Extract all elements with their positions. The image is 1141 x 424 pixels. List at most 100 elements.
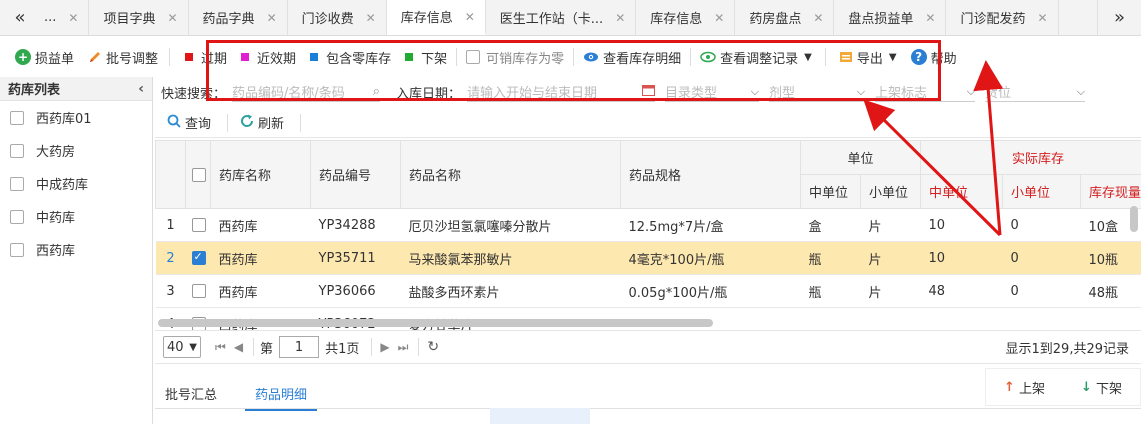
eye-outline-icon: [700, 51, 716, 63]
vertical-scrollbar[interactable]: [1130, 206, 1138, 232]
filter-expired[interactable]: 过期: [178, 43, 234, 71]
caret-down-icon: ▼: [804, 51, 812, 63]
checkbox[interactable]: [466, 50, 481, 64]
divider: [824, 48, 826, 66]
tab-scroll-right-icon[interactable]: »: [1097, 0, 1141, 35]
refresh-button[interactable]: 刷新: [240, 113, 284, 132]
tab-outpatient-charge[interactable]: 门诊收费 ✕: [288, 0, 387, 35]
tab-drug-detail[interactable]: 药品明细: [245, 384, 318, 411]
filter-near-expiry[interactable]: 近效期: [234, 43, 303, 71]
prev-page-icon[interactable]: ◀: [234, 340, 243, 354]
close-icon[interactable]: ✕: [1038, 11, 1048, 25]
checkbox[interactable]: [10, 143, 24, 158]
filter-include-zero[interactable]: 包含零库存: [303, 43, 398, 71]
close-icon[interactable]: ✕: [925, 11, 935, 25]
shelf-flag-select[interactable]: 上架标志 ⌵: [875, 82, 976, 102]
export-button[interactable]: 导出 ▼: [832, 43, 904, 71]
collapse-icon[interactable]: ‹: [138, 81, 144, 97]
export-icon: [839, 50, 853, 64]
close-icon[interactable]: ✕: [714, 11, 724, 25]
cell-actual-small: 0: [1002, 208, 1081, 242]
refresh-icon: [240, 114, 254, 132]
select-all-checkbox[interactable]: [192, 167, 206, 182]
divider: [300, 113, 302, 132]
last-page-icon[interactable]: ⏭: [398, 340, 409, 355]
tab-stock-info[interactable]: 库存信息 ✕: [386, 0, 486, 35]
red-square-icon: [185, 53, 194, 61]
store-item[interactable]: 大药房: [0, 134, 152, 167]
row-checkbox[interactable]: [191, 284, 206, 298]
close-icon[interactable]: ✕: [615, 11, 625, 25]
view-adjust-records-button[interactable]: 查看调整记录 ▼: [693, 43, 819, 71]
row-checkbox[interactable]: [191, 218, 206, 232]
view-stock-detail-button[interactable]: 查看库存明细: [576, 43, 688, 71]
col-actual-mid[interactable]: 中单位: [920, 174, 1004, 209]
close-icon[interactable]: ✕: [465, 10, 475, 24]
tab-inventory-loss[interactable]: 盘点损益单 ✕: [834, 0, 947, 35]
checkbox[interactable]: [10, 176, 24, 191]
chevron-down-icon: ⌵: [966, 84, 976, 98]
col-code[interactable]: 药品编号: [310, 140, 401, 209]
dosage-select[interactable]: 剂型 ⌵: [769, 82, 866, 102]
divider: [253, 338, 255, 356]
col-store[interactable]: 药库名称: [210, 140, 311, 209]
tab-doctor-station[interactable]: 医生工作站（卡... ✕: [486, 0, 637, 35]
store-item[interactable]: 西药库: [0, 233, 152, 266]
store-item[interactable]: 中成药库: [0, 167, 152, 200]
reload-icon[interactable]: ↻: [427, 339, 439, 355]
store-item[interactable]: 中药库: [0, 200, 152, 233]
tab-0[interactable]: ... ✕: [40, 0, 90, 35]
shelf-up-button[interactable]: ↑ 上架: [1004, 378, 1045, 397]
filter-off-shelf[interactable]: 下架: [398, 43, 454, 71]
tab-batch-summary[interactable]: 批号汇总: [165, 384, 217, 403]
close-icon[interactable]: ✕: [68, 11, 78, 25]
magenta-square-icon: [241, 53, 250, 61]
sellable-zero-checkbox[interactable]: 可销库存为零: [459, 43, 571, 71]
horizontal-scrollbar[interactable]: [155, 318, 1141, 328]
close-icon[interactable]: ✕: [366, 11, 376, 25]
scrollbar-thumb[interactable]: [158, 319, 713, 327]
col-name[interactable]: 药品名称: [400, 140, 621, 209]
first-page-icon[interactable]: ⏮: [215, 340, 226, 355]
calendar-icon[interactable]: [642, 84, 656, 100]
next-page-icon[interactable]: ▶: [380, 340, 389, 354]
col-spec[interactable]: 药品规格: [620, 140, 801, 209]
store-item[interactable]: 西药库01: [0, 101, 152, 134]
search-icon[interactable]: ⌕: [373, 84, 380, 99]
quick-search-input[interactable]: 药品编码/名称/条码 ⌕: [232, 82, 381, 102]
cell-spec: 12.5mg*7片/盒: [620, 208, 801, 242]
page-number-input[interactable]: 1: [279, 336, 320, 358]
date-range-input[interactable]: 请输入开始与结束日期: [467, 82, 656, 102]
checkbox[interactable]: [10, 110, 24, 125]
help-button[interactable]: ? 帮助: [904, 43, 964, 71]
table-row[interactable]: 2 西药库 YP35711 马来酸氯苯那敏片 4毫克*100片/瓶 瓶 片 10…: [155, 241, 1141, 275]
tab-drug-dict[interactable]: 药品字典 ✕: [189, 0, 288, 35]
col-actual-now[interactable]: 库存现量: [1080, 174, 1141, 209]
tab-scroll-left-icon[interactable]: «: [0, 0, 40, 35]
col-mid-unit[interactable]: 中单位: [800, 174, 861, 209]
checkbox[interactable]: [10, 242, 24, 257]
table-row[interactable]: 1 西药库 YP34288 厄贝沙坦氢氯噻嗪分散片 12.5mg*7片/盒 盒 …: [155, 208, 1141, 242]
cell-code: YP36066: [310, 274, 401, 308]
green-square-icon: [405, 53, 414, 61]
location-select[interactable]: 货位 ⌵: [985, 82, 1086, 102]
shelf-down-button[interactable]: ↓ 下架: [1081, 378, 1122, 397]
loss-button[interactable]: + 损益单: [8, 43, 81, 71]
catalog-type-select[interactable]: 目录类型 ⌵: [665, 82, 760, 102]
page-size-select[interactable]: 40 ▼: [163, 336, 201, 358]
tab-project-dict[interactable]: 项目字典 ✕: [89, 0, 189, 35]
close-icon[interactable]: ✕: [813, 11, 823, 25]
blue-square-icon: [310, 53, 319, 61]
batch-adjust-button[interactable]: 批号调整: [81, 43, 165, 71]
close-icon[interactable]: ✕: [267, 11, 277, 25]
tab-outpatient-dispense[interactable]: 门诊配发药 ✕: [946, 0, 1059, 35]
table-row[interactable]: 3 西药库 YP36066 盐酸多西环素片 0.05g*100片/瓶 瓶 片 4…: [155, 274, 1141, 308]
checkbox[interactable]: [10, 209, 24, 224]
query-button[interactable]: 查询: [167, 113, 211, 132]
tab-pharmacy-inventory[interactable]: 药房盘点 ✕: [735, 0, 835, 35]
col-small-unit[interactable]: 小单位: [859, 174, 922, 209]
row-checkbox[interactable]: [191, 250, 206, 265]
col-actual-small[interactable]: 小单位: [1002, 174, 1082, 209]
tab-stock-info-2[interactable]: 库存信息 ✕: [636, 0, 736, 35]
close-icon[interactable]: ✕: [167, 11, 177, 25]
